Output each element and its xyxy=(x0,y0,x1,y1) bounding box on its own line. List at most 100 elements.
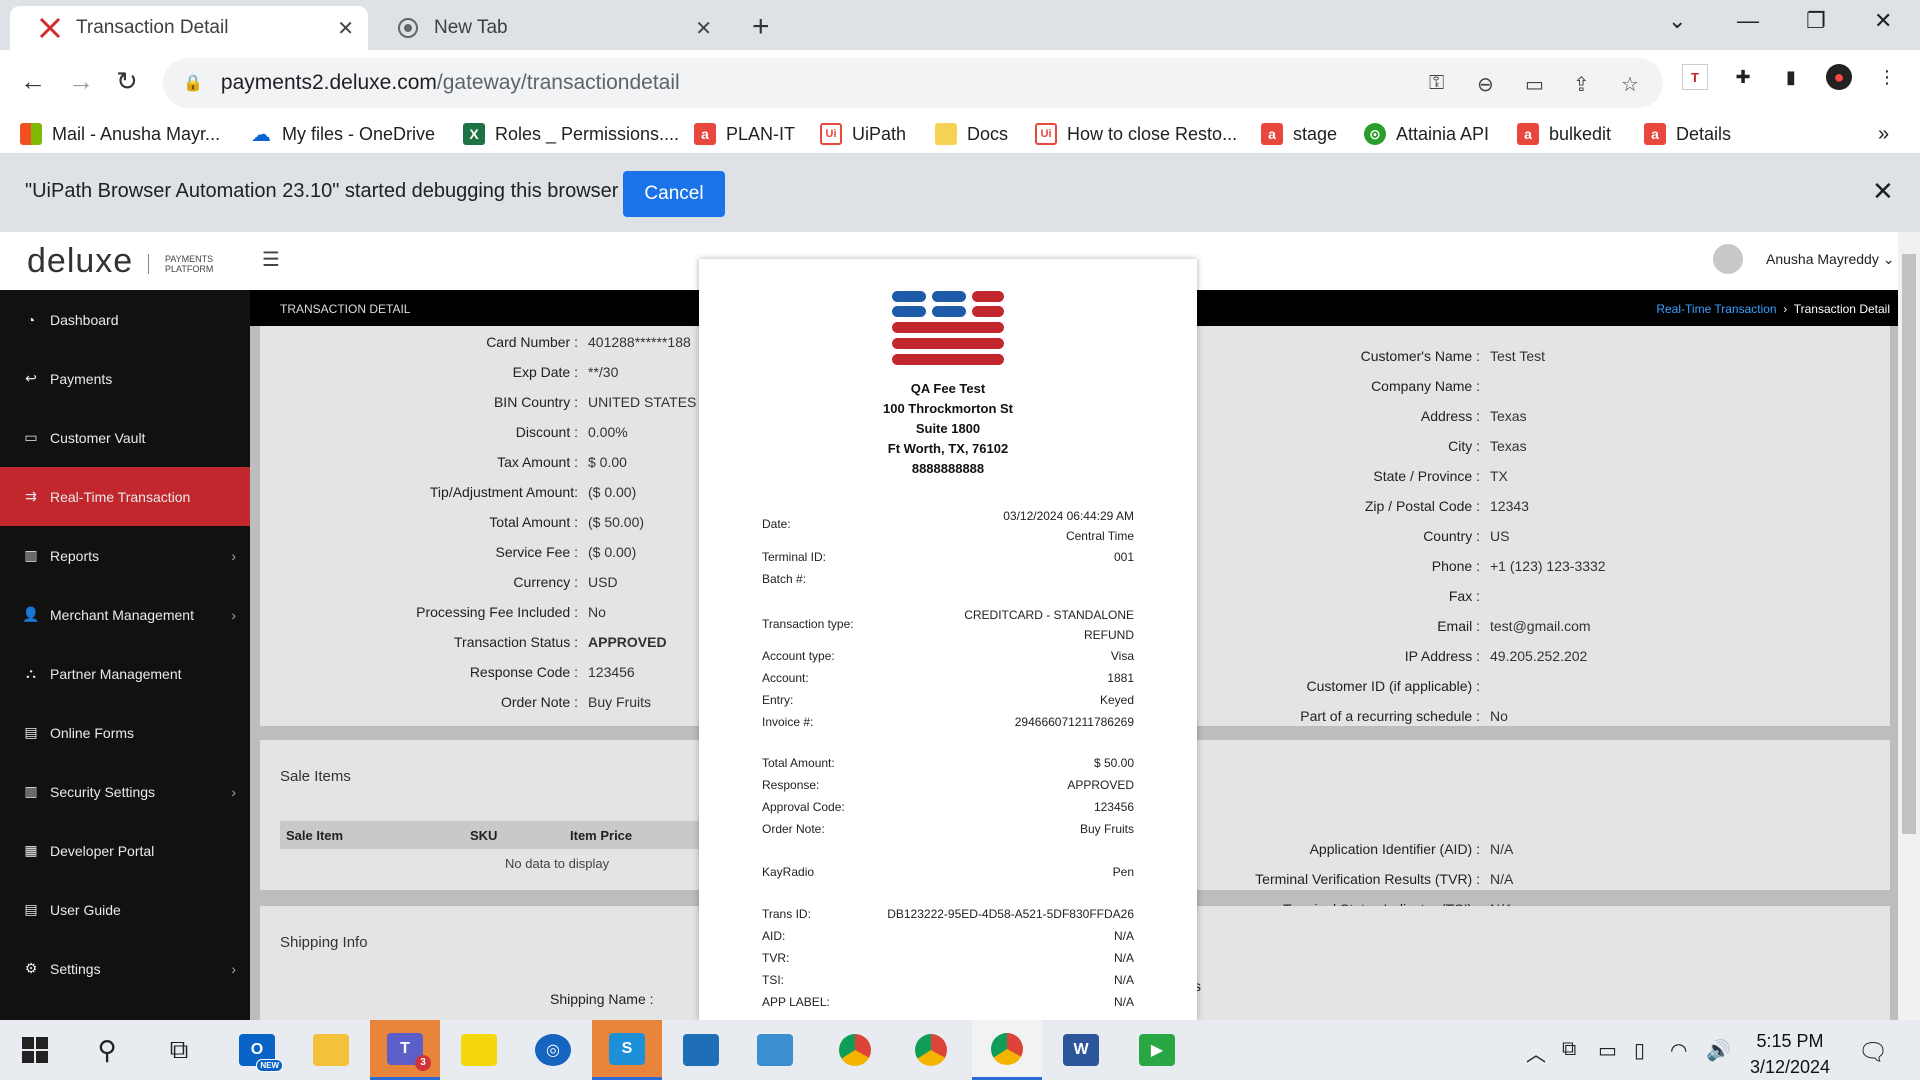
bookmark-onedrive[interactable]: ☁ My files - OneDrive xyxy=(250,123,435,146)
deluxe-x-icon xyxy=(38,16,62,40)
receipt-label: Total Amount: xyxy=(762,756,835,770)
minimize-icon[interactable]: — xyxy=(1737,8,1759,34)
sidebar-item-security-settings[interactable]: ▥ Security Settings › xyxy=(0,762,250,821)
outlook-icon[interactable]: O NEW xyxy=(222,1020,292,1080)
bookmark-mail[interactable]: Mail - Anusha Mayr... xyxy=(20,123,220,145)
sidebar-item-real-time-transaction[interactable]: ⇉ Real-Time Transaction xyxy=(0,467,250,526)
restore-icon[interactable]: ❐ xyxy=(1806,8,1826,34)
bookmark-bulkedit[interactable]: a bulkedit xyxy=(1517,123,1611,145)
receipt-value: DB123222-95ED-4D58-A521-5DF830FFDA26 xyxy=(887,907,1134,921)
more-menu-icon[interactable]: ⋮ xyxy=(1874,64,1900,90)
field-label: Email : xyxy=(1437,618,1480,634)
tray-wifi-icon[interactable]: ◠ xyxy=(1670,1038,1687,1063)
word-icon[interactable]: W xyxy=(1046,1020,1116,1080)
deluxe-logo[interactable]: deluxe xyxy=(27,242,133,281)
onedrive-cloud-icon: ☁ xyxy=(251,123,271,146)
chrome-active-icon[interactable] xyxy=(972,1020,1042,1080)
back-arrow-icon[interactable]: ← xyxy=(20,66,46,97)
control-panel-icon[interactable] xyxy=(740,1020,810,1080)
scrollbar-thumb[interactable] xyxy=(1902,254,1916,834)
bookmark-details[interactable]: a Details xyxy=(1644,123,1731,145)
tab-transaction-detail[interactable]: Transaction Detail ✕ xyxy=(10,6,368,50)
close-window-icon[interactable]: ✕ xyxy=(1874,8,1892,34)
new-tab-plus-icon[interactable]: + xyxy=(752,10,770,44)
tab-search-chevron-icon[interactable]: ⌄ xyxy=(1668,8,1686,34)
receipt-value: 1881 xyxy=(1107,671,1134,685)
security-icon: ▥ xyxy=(24,783,38,799)
file-explorer-icon[interactable] xyxy=(296,1020,366,1080)
bookmark-docs[interactable]: Docs xyxy=(935,123,1008,145)
lock-icon[interactable]: 🔒 xyxy=(183,73,203,93)
notifications-icon[interactable]: 🗨 xyxy=(1858,1038,1888,1067)
sidebar-item-online-forms[interactable]: ▤ Online Forms xyxy=(0,703,250,762)
breadcrumb-link[interactable]: Real-Time Transaction xyxy=(1656,302,1776,316)
sidebar-item-customer-vault[interactable]: ▭ Customer Vault xyxy=(0,408,250,467)
field-label: Customer's Name : xyxy=(1360,348,1480,364)
share-icon[interactable]: ⇪ xyxy=(1573,72,1590,97)
bookmarks-overflow-icon[interactable]: » xyxy=(1878,123,1889,146)
tray-device-icon[interactable]: ▯ xyxy=(1634,1038,1645,1063)
page-scrollbar[interactable] xyxy=(1898,232,1920,1020)
teams-icon[interactable]: T3 xyxy=(370,1020,440,1080)
refresh-app-icon[interactable]: ◎ xyxy=(518,1020,588,1080)
s-app-icon[interactable]: S xyxy=(592,1020,662,1080)
taskbar-clock[interactable]: 5:15 PM 3/12/2024 xyxy=(1744,1028,1836,1080)
bookmark-stage[interactable]: a stage xyxy=(1261,123,1337,145)
key-icon[interactable]: ⚿ xyxy=(1429,72,1444,95)
desktop-icon[interactable] xyxy=(666,1020,736,1080)
tab-title: Transaction Detail xyxy=(76,17,229,38)
reload-icon[interactable]: ↻ xyxy=(116,66,138,97)
user-menu[interactable]: Anusha Mayreddy ⌄ xyxy=(1766,251,1894,268)
bookmark-uipath[interactable]: Ui UiPath xyxy=(820,123,906,145)
close-tab-icon[interactable]: ✕ xyxy=(337,16,354,41)
sidebar-item-developer-portal[interactable]: ▦ Developer Portal xyxy=(0,821,250,880)
bookmark-plan-it[interactable]: a PLAN-IT xyxy=(694,123,795,145)
tray-battery-icon[interactable]: ▭ xyxy=(1598,1038,1617,1063)
task-view-icon[interactable]: ⧉ xyxy=(144,1020,214,1080)
chrome-profile-2-icon[interactable] xyxy=(896,1020,966,1080)
zoom-icon[interactable]: ⊖ xyxy=(1477,72,1494,97)
extension-t-icon[interactable]: T xyxy=(1682,64,1708,90)
card-icon[interactable]: ▭ xyxy=(1525,72,1544,97)
search-icon[interactable]: ⚲ xyxy=(72,1020,142,1080)
field-label: IP Address : xyxy=(1404,648,1480,664)
chrome-profile-1-icon[interactable] xyxy=(820,1020,890,1080)
receipt-label: TVR: xyxy=(762,951,790,965)
tray-volume-icon[interactable]: 🔊 xyxy=(1706,1038,1731,1063)
close-infobar-icon[interactable]: ✕ xyxy=(1872,176,1894,207)
media-player-icon[interactable]: ▶ xyxy=(1122,1020,1192,1080)
user-avatar[interactable] xyxy=(1713,244,1743,274)
sidebar-item-user-guide[interactable]: ▤ User Guide xyxy=(0,880,250,939)
bookmark-how-to-close[interactable]: Ui How to close Resto... xyxy=(1035,123,1237,145)
tray-chevron-icon[interactable]: ︿ xyxy=(1526,1038,1546,1067)
close-tab-icon[interactable]: ✕ xyxy=(695,16,712,41)
profile-avatar-icon[interactable]: ● xyxy=(1826,64,1852,90)
extensions-puzzle-icon[interactable]: ✚ xyxy=(1730,64,1756,90)
receipt-value: Buy Fruits xyxy=(1079,822,1134,836)
tab-new-tab[interactable]: New Tab ✕ xyxy=(368,6,726,50)
sidebar-item-reports[interactable]: ▥ Reports › xyxy=(0,526,250,585)
bookmark-attainia-api[interactable]: ⊙ Attainia API xyxy=(1364,123,1489,145)
receipt-label: APP LABEL: xyxy=(762,995,830,1009)
address-bar[interactable]: 🔒 payments2.deluxe.com/gateway/transacti… xyxy=(163,58,1663,108)
sidebar-item-settings[interactable]: ⚙ Settings › xyxy=(0,939,250,998)
star-icon[interactable]: ☆ xyxy=(1621,72,1639,97)
teams-badge: 3 xyxy=(415,1054,431,1071)
cancel-debug-button[interactable]: Cancel xyxy=(623,171,725,217)
windows-start-icon[interactable] xyxy=(0,1020,70,1080)
sidebar-item-partner-management[interactable]: ⛬ Partner Management xyxy=(0,644,250,703)
tray-remote-icon[interactable]: ⧉ xyxy=(1562,1038,1576,1061)
chevron-right-icon: › xyxy=(231,960,236,977)
sidebar-item-payments[interactable]: ↩ Payments xyxy=(0,349,250,408)
infobar-message: "UiPath Browser Automation 23.10" starte… xyxy=(25,180,619,202)
logo-subtitle: PAYMENTS PLATFORM xyxy=(148,254,213,274)
bookmark-roles[interactable]: X Roles _ Permissions.... xyxy=(463,123,679,145)
sidebar-item-dashboard[interactable]: ◔ Dashboard xyxy=(0,290,250,349)
sidebar-item-label: Developer Portal xyxy=(50,842,155,859)
sidebar-item-merchant-management[interactable]: 👤 Merchant Management › xyxy=(0,585,250,644)
hamburger-menu-icon[interactable]: ☰ xyxy=(262,247,280,272)
sticky-notes-icon[interactable] xyxy=(444,1020,514,1080)
side-panel-icon[interactable]: ▮ xyxy=(1778,64,1804,90)
forward-arrow-icon[interactable]: → xyxy=(68,66,94,97)
field-value: N/A xyxy=(1490,841,1514,857)
